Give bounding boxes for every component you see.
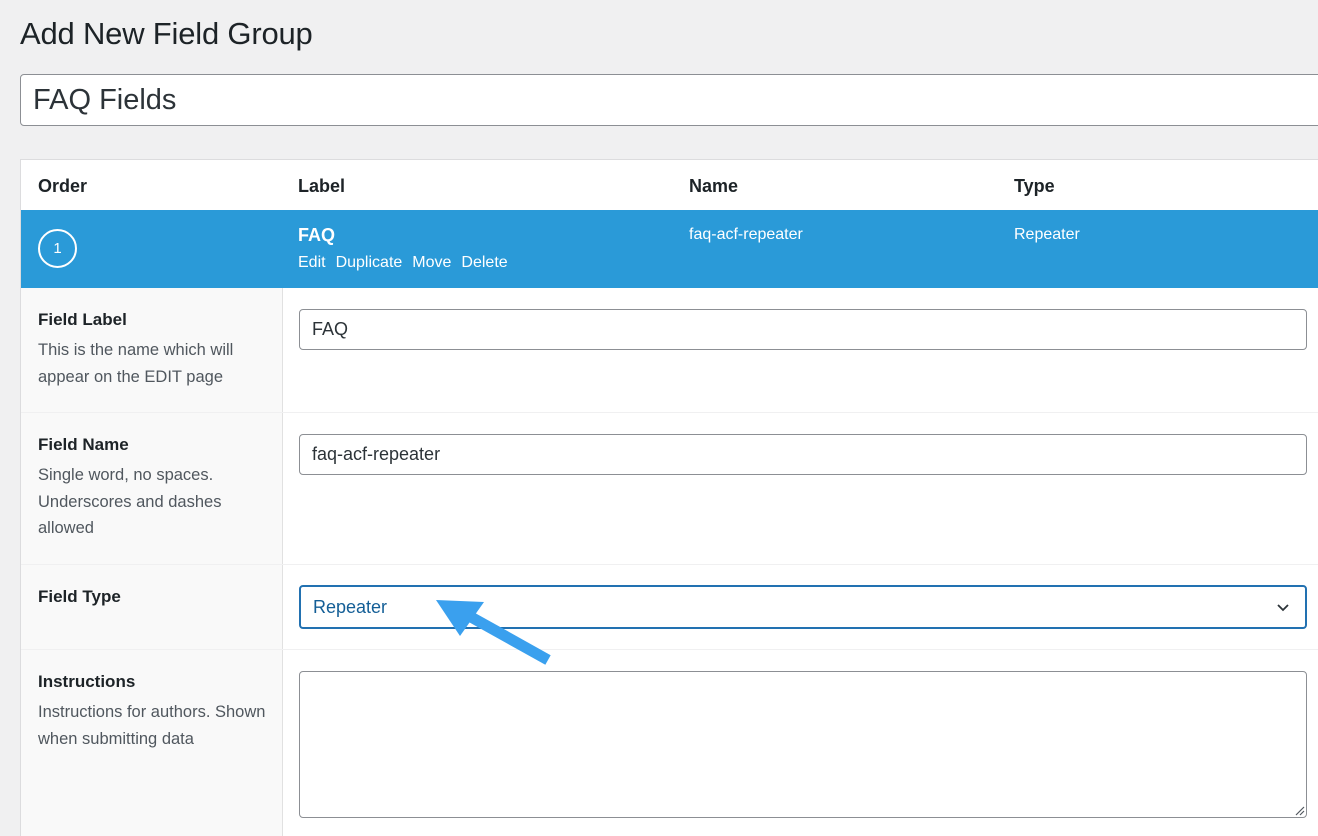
setting-instructions: Instructions Instructions for authors. S…	[21, 650, 1318, 836]
field-name-heading: Field Name	[38, 435, 129, 454]
field-label-heading: Field Label	[38, 310, 127, 329]
instructions-wrapper	[299, 671, 1307, 818]
instructions-heading: Instructions	[38, 672, 136, 691]
header-label: Label	[298, 176, 346, 196]
setting-field-name: Field Name Single word, no spaces. Under…	[21, 413, 1318, 565]
header-name: Name	[689, 176, 739, 196]
field-label-input[interactable]	[299, 309, 1307, 350]
header-type: Type	[1014, 176, 1055, 196]
field-row-faq[interactable]: 1 FAQ Edit Duplicate Move Delete faq-acf…	[21, 210, 1318, 288]
field-type-heading: Field Type	[38, 587, 121, 606]
page-title: Add New Field Group	[20, 16, 313, 51]
setting-field-label: Field Label This is the name which will …	[21, 288, 1318, 413]
field-label-description: This is the name which will appear on th…	[38, 341, 234, 386]
row-field-type: Repeater	[1014, 226, 1080, 243]
instructions-description: Instructions for authors. Shown when sub…	[38, 703, 266, 748]
field-name-input[interactable]	[299, 434, 1307, 475]
order-handle[interactable]: 1	[38, 229, 77, 268]
setting-field-type: Field Type Repeater	[21, 565, 1318, 650]
resize-grip-icon[interactable]	[1293, 804, 1305, 816]
field-settings: Field Label This is the name which will …	[21, 288, 1318, 836]
instructions-textarea[interactable]	[299, 671, 1307, 818]
fields-table-header: Order Label Name Type	[21, 160, 1318, 210]
move-link[interactable]: Move	[412, 254, 451, 272]
delete-link[interactable]: Delete	[461, 254, 507, 272]
field-type-selected-value: Repeater	[313, 596, 388, 617]
row-field-label[interactable]: FAQ	[298, 225, 335, 246]
chevron-down-icon	[1277, 604, 1289, 612]
row-field-name: faq-acf-repeater	[689, 226, 803, 243]
edit-link[interactable]: Edit	[298, 254, 326, 272]
duplicate-link[interactable]: Duplicate	[336, 254, 403, 272]
row-actions: Edit Duplicate Move Delete	[298, 254, 508, 272]
fields-panel: Order Label Name Type 1 FAQ Edit Duplica…	[20, 159, 1318, 836]
header-order: Order	[38, 176, 88, 196]
field-group-title-input[interactable]	[20, 74, 1318, 126]
field-name-description: Single word, no spaces. Underscores and …	[38, 466, 222, 537]
field-type-select[interactable]: Repeater	[299, 585, 1307, 629]
